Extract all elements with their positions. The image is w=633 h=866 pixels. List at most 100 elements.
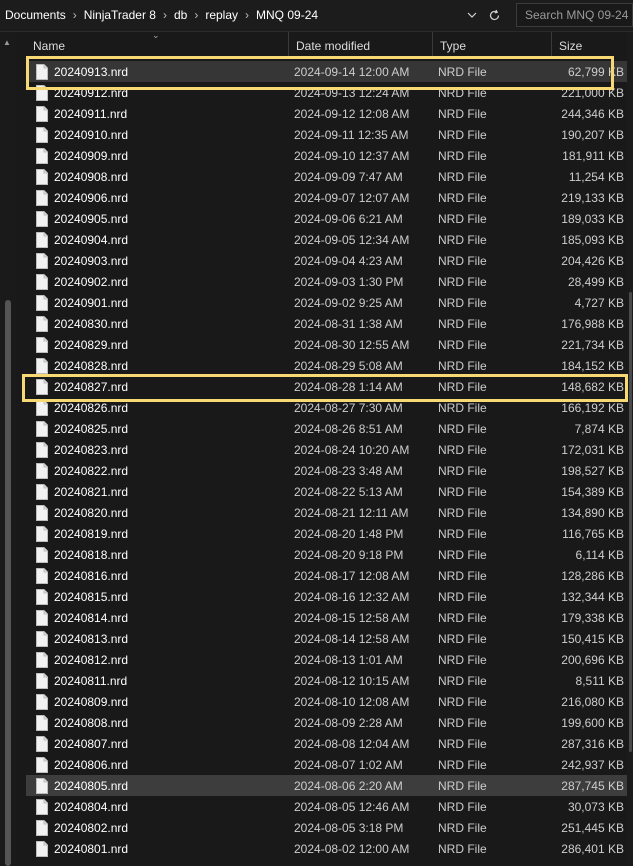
column-size[interactable]: Size [551, 32, 630, 56]
scrollbar-thumb[interactable] [629, 292, 632, 752]
file-size: 11,254 KB [568, 170, 624, 184]
file-name: 20240801.nrd [54, 842, 129, 856]
file-size: 4,727 KB [574, 296, 624, 310]
file-row[interactable]: 20240829.nrd 2024-08-30 12:55 AM NRD File 2… [26, 334, 630, 355]
file-row[interactable]: 20240821.nrd 2024-08-22 5:13 AM NRD File 15… [26, 481, 630, 502]
file-name: 20240912.nrd [54, 86, 129, 100]
file-name: 20240910.nrd [54, 128, 129, 142]
file-row[interactable]: 20240903.nrd 2024-09-04 4:23 AM NRD File 20… [26, 250, 630, 271]
file-row[interactable]: 20240818.nrd 2024-08-20 9:18 PM NRD File 6,… [26, 544, 630, 565]
file-date-modified: 2024-08-17 12:08 AM [294, 569, 410, 583]
file-row[interactable]: 20240804.nrd 2024-08-05 12:46 AM NRD File 3… [26, 796, 630, 817]
file-type: NRD File [438, 296, 487, 310]
file-row[interactable]: 20240906.nrd 2024-09-07 12:07 AM NRD File 2… [26, 187, 630, 208]
file-row[interactable]: 20240910.nrd 2024-09-11 12:35 AM NRD File 1… [26, 124, 630, 145]
breadcrumb-ninjatrader[interactable]: NinjaTrader 8 [84, 8, 156, 22]
file-type: NRD File [438, 401, 487, 415]
file-size: 28,499 KB [567, 275, 624, 289]
file-name: 20240815.nrd [54, 590, 129, 604]
file-date-modified: 2024-08-07 1:02 AM [294, 758, 403, 772]
file-name: 20240908.nrd [54, 170, 129, 184]
file-type: NRD File [438, 569, 487, 583]
file-row[interactable]: 20240830.nrd 2024-08-31 1:38 AM NRD File 17… [26, 313, 630, 334]
file-type: NRD File [438, 275, 487, 289]
scroll-up-icon[interactable]: ▲ [3, 38, 11, 47]
file-row[interactable]: 20240807.nrd 2024-08-08 12:04 AM NRD File 2… [26, 733, 630, 754]
file-type: NRD File [438, 170, 487, 184]
refresh-button[interactable] [485, 6, 503, 24]
file-row[interactable]: 20240816.nrd 2024-08-17 12:08 AM NRD File 1… [26, 565, 630, 586]
column-date-modified[interactable]: Date modified [288, 32, 432, 56]
file-row[interactable]: 20240819.nrd 2024-08-20 1:48 PM NRD File 11… [26, 523, 630, 544]
file-row[interactable]: 20240801.nrd 2024-08-02 12:00 AM NRD File 2… [26, 838, 630, 859]
file-row[interactable]: 20240908.nrd 2024-09-09 7:47 AM NRD File 11… [26, 166, 630, 187]
file-date-modified: 2024-08-27 7:30 AM [294, 401, 403, 415]
file-list[interactable]: 20240913.nrd 2024-09-14 12:00 AM NRD File 6… [26, 61, 630, 863]
column-name[interactable]: Name [26, 32, 288, 56]
breadcrumb-documents[interactable]: Documents [5, 8, 66, 22]
file-name: 20240830.nrd [54, 317, 129, 331]
file-row[interactable]: 20240802.nrd 2024-08-05 3:18 PM NRD File 25… [26, 817, 630, 838]
file-row[interactable]: 20240905.nrd 2024-09-06 6:21 AM NRD File 18… [26, 208, 630, 229]
file-name: 20240827.nrd [54, 380, 129, 394]
file-row[interactable]: 20240913.nrd 2024-09-14 12:00 AM NRD File 6… [26, 61, 630, 82]
breadcrumb[interactable]: Documents › NinjaTrader 8 › db › replay … [0, 0, 480, 30]
file-row[interactable]: 20240909.nrd 2024-09-10 12:37 AM NRD File 1… [26, 145, 630, 166]
search-input[interactable]: Search MNQ 09-24 [516, 3, 633, 27]
file-type: NRD File [438, 233, 487, 247]
file-row[interactable]: 20240902.nrd 2024-09-03 1:30 PM NRD File 28… [26, 271, 630, 292]
file-icon [36, 652, 48, 668]
file-icon [36, 736, 48, 752]
file-icon [36, 820, 48, 836]
file-row[interactable]: 20240814.nrd 2024-08-15 12:58 AM NRD File 1… [26, 607, 630, 628]
file-date-modified: 2024-08-05 12:46 AM [294, 800, 410, 814]
file-type: NRD File [438, 653, 487, 667]
file-name: 20240901.nrd [54, 296, 129, 310]
breadcrumb-mnq[interactable]: MNQ 09-24 [256, 8, 318, 22]
file-row[interactable]: 20240808.nrd 2024-08-09 2:28 AM NRD File 19… [26, 712, 630, 733]
file-name: 20240807.nrd [54, 737, 129, 751]
file-type: NRD File [438, 191, 487, 205]
column-type[interactable]: Type [432, 32, 550, 56]
file-size: 7,874 KB [574, 422, 624, 436]
file-row[interactable]: 20240823.nrd 2024-08-24 10:20 AM NRD File 1… [26, 439, 630, 460]
file-row[interactable]: 20240820.nrd 2024-08-21 12:11 AM NRD File 1… [26, 502, 630, 523]
vertical-scrollbar[interactable] [627, 32, 633, 863]
file-type: NRD File [438, 128, 487, 142]
file-date-modified: 2024-09-13 12:24 AM [294, 86, 410, 100]
file-row[interactable]: 20240904.nrd 2024-09-05 12:34 AM NRD File 1… [26, 229, 630, 250]
file-row[interactable]: 20240809.nrd 2024-08-10 12:08 AM NRD File 2… [26, 691, 630, 712]
file-row[interactable]: 20240815.nrd 2024-08-16 12:32 AM NRD File 1… [26, 586, 630, 607]
file-date-modified: 2024-08-02 12:00 AM [294, 842, 410, 856]
address-history-dropdown[interactable] [463, 6, 481, 24]
file-row[interactable]: 20240805.nrd 2024-08-06 2:20 AM NRD File 28… [26, 775, 630, 796]
file-row[interactable]: 20240911.nrd 2024-09-12 12:08 AM NRD File 2… [26, 103, 630, 124]
file-name: 20240814.nrd [54, 611, 129, 625]
chevron-right-icon: › [162, 8, 167, 22]
file-name: 20240808.nrd [54, 716, 129, 730]
file-row[interactable]: 20240827.nrd 2024-08-28 1:14 AM NRD File 14… [26, 376, 630, 397]
file-row[interactable]: 20240806.nrd 2024-08-07 1:02 AM NRD File 24… [26, 754, 630, 775]
file-row[interactable]: 20240822.nrd 2024-08-23 3:48 AM NRD File 19… [26, 460, 630, 481]
file-date-modified: 2024-09-02 9:25 AM [294, 296, 403, 310]
file-row[interactable]: 20240812.nrd 2024-08-13 1:01 AM NRD File 20… [26, 649, 630, 670]
breadcrumb-replay[interactable]: replay [205, 8, 238, 22]
file-row[interactable]: 20240912.nrd 2024-09-13 12:24 AM NRD File 2… [26, 82, 630, 103]
navigation-scrollbar-thumb[interactable] [5, 300, 11, 866]
file-type: NRD File [438, 821, 487, 835]
file-name: 20240805.nrd [54, 779, 129, 793]
file-row[interactable]: 20240825.nrd 2024-08-26 8:51 AM NRD File 7,… [26, 418, 630, 439]
file-icon [36, 505, 48, 521]
file-icon [36, 190, 48, 206]
file-icon [36, 463, 48, 479]
file-date-modified: 2024-08-10 12:08 AM [294, 695, 410, 709]
file-date-modified: 2024-08-24 10:20 AM [294, 443, 410, 457]
file-row[interactable]: 20240811.nrd 2024-08-12 10:15 AM NRD File 8… [26, 670, 630, 691]
file-row[interactable]: 20240826.nrd 2024-08-27 7:30 AM NRD File 16… [26, 397, 630, 418]
file-name: 20240819.nrd [54, 527, 129, 541]
breadcrumb-db[interactable]: db [174, 8, 187, 22]
file-row[interactable]: 20240813.nrd 2024-08-14 12:58 AM NRD File 1… [26, 628, 630, 649]
file-row[interactable]: 20240828.nrd 2024-08-29 5:08 AM NRD File 18… [26, 355, 630, 376]
navigation-pane[interactable]: ▲ [0, 32, 16, 866]
file-row[interactable]: 20240901.nrd 2024-09-02 9:25 AM NRD File 4,… [26, 292, 630, 313]
